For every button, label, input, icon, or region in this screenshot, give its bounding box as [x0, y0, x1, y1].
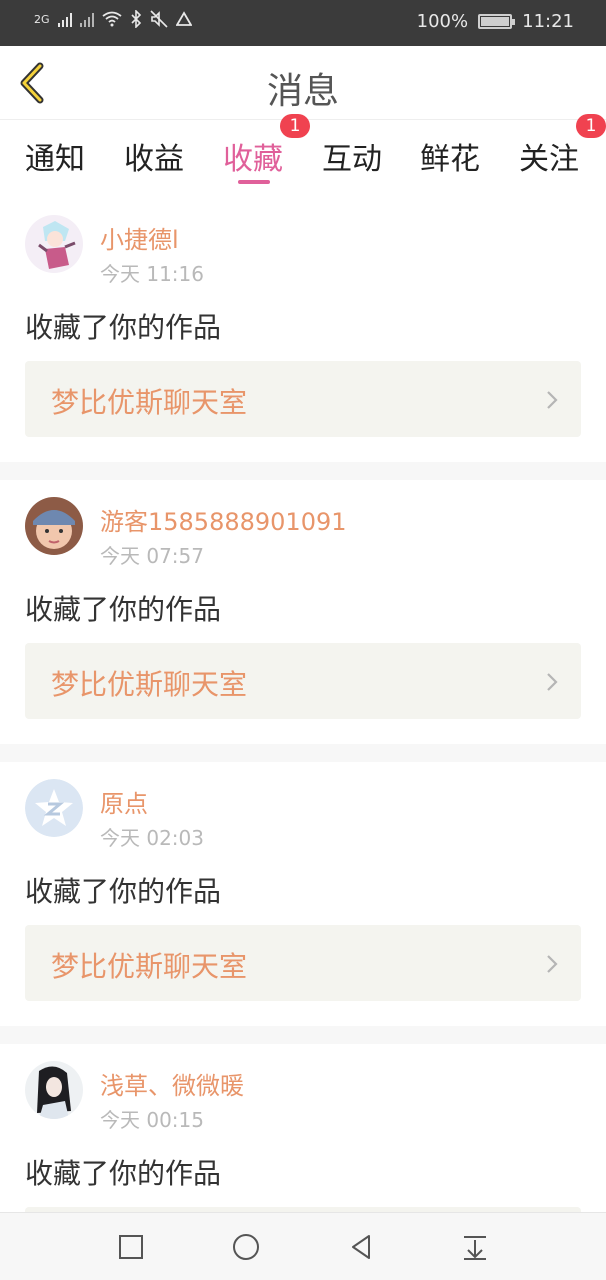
- signal-x-icon: [79, 11, 94, 27]
- tab-follows[interactable]: 关注: [519, 134, 579, 178]
- action-text: 收藏了你的作品: [25, 875, 222, 908]
- status-icons-right: 100% 11:21: [417, 11, 574, 32]
- chevron-right-icon: [547, 955, 558, 973]
- user-name[interactable]: 原点: [100, 784, 148, 819]
- message-list: 小捷德l 今天 11:16 收藏了你的作品 梦比优斯聊天室 游客15858889…: [0, 198, 606, 1212]
- battery-percent: 100%: [416, 11, 469, 32]
- avatar[interactable]: [25, 1061, 83, 1119]
- signal-icon: [57, 11, 72, 27]
- square-icon[interactable]: [115, 1231, 147, 1263]
- work-link[interactable]: 梦比优斯聊天室: [25, 361, 581, 437]
- default-star-avatar-icon: [25, 779, 83, 837]
- avatar[interactable]: [25, 779, 83, 837]
- work-link[interactable]: 梦比优斯聊天室: [25, 925, 581, 1001]
- chevron-right-icon: [547, 391, 558, 409]
- work-link[interactable]: 梦比优斯聊天室: [25, 643, 581, 719]
- timestamp: 今天 11:16: [100, 262, 204, 286]
- header: 消息: [0, 46, 606, 120]
- wifi-icon: [101, 11, 122, 27]
- alert-triangle-icon: [175, 11, 192, 26]
- notification-pulldown-icon[interactable]: [459, 1231, 491, 1263]
- action-text: 收藏了你的作品: [25, 311, 222, 344]
- system-nav-bar: [0, 1212, 606, 1280]
- list-item: 游客1585888901091 今天 07:57 收藏了你的作品 梦比优斯聊天室: [0, 480, 606, 744]
- clock: 11:21: [522, 11, 574, 32]
- list-item: 原点 今天 02:03 收藏了你的作品 梦比优斯聊天室: [0, 762, 606, 1026]
- network-type: 2G: [34, 12, 50, 26]
- page-title: 消息: [266, 71, 339, 112]
- tab-follows-badge: 1: [576, 114, 606, 138]
- chevron-right-icon: [547, 673, 558, 691]
- user-name[interactable]: 浅草、微微暖: [100, 1066, 244, 1101]
- battery-icon: [478, 14, 516, 29]
- mute-icon: [149, 10, 168, 28]
- timestamp: 今天 00:15: [100, 1108, 204, 1132]
- status-icons-left: 2G: [34, 10, 192, 28]
- active-tab-indicator: [238, 180, 270, 184]
- timestamp: 今天 07:57: [100, 544, 204, 568]
- tab-favorites[interactable]: 收藏: [223, 134, 283, 178]
- timestamp: 今天 02:03: [100, 826, 204, 850]
- tab-favorites-badge: 1: [280, 114, 310, 138]
- tab-interactions[interactable]: 互动: [322, 134, 382, 178]
- list-item: 浅草、微微暖 今天 00:15 收藏了你的作品: [0, 1044, 606, 1212]
- ink-portrait-avatar-icon: [25, 1061, 83, 1119]
- user-name[interactable]: 小捷德l: [100, 220, 179, 255]
- tab-notifications[interactable]: 通知: [25, 134, 85, 178]
- user-name[interactable]: 游客1585888901091: [100, 502, 347, 537]
- work-title: 梦比优斯聊天室: [51, 950, 248, 983]
- anime-avatar-icon: [25, 215, 83, 273]
- back-triangle-icon[interactable]: [345, 1231, 377, 1263]
- avatar[interactable]: [25, 215, 83, 273]
- list-item: 小捷德l 今天 11:16 收藏了你的作品 梦比优斯聊天室: [0, 198, 606, 462]
- action-text: 收藏了你的作品: [25, 593, 222, 626]
- avatar[interactable]: [25, 497, 83, 555]
- bluetooth-icon: [130, 10, 141, 28]
- circle-icon[interactable]: [230, 1231, 262, 1263]
- child-photo-avatar-icon: [25, 497, 83, 555]
- tab-bar: 通知 收益 收藏 1 互动 鲜花 关注 1: [0, 114, 606, 198]
- status-bar: 2G 100% 11:21: [0, 0, 606, 46]
- work-title: 梦比优斯聊天室: [51, 668, 248, 701]
- tab-earnings[interactable]: 收益: [124, 134, 184, 178]
- work-title: 梦比优斯聊天室: [51, 386, 248, 419]
- action-text: 收藏了你的作品: [25, 1157, 222, 1190]
- tab-flowers[interactable]: 鲜花: [420, 134, 480, 178]
